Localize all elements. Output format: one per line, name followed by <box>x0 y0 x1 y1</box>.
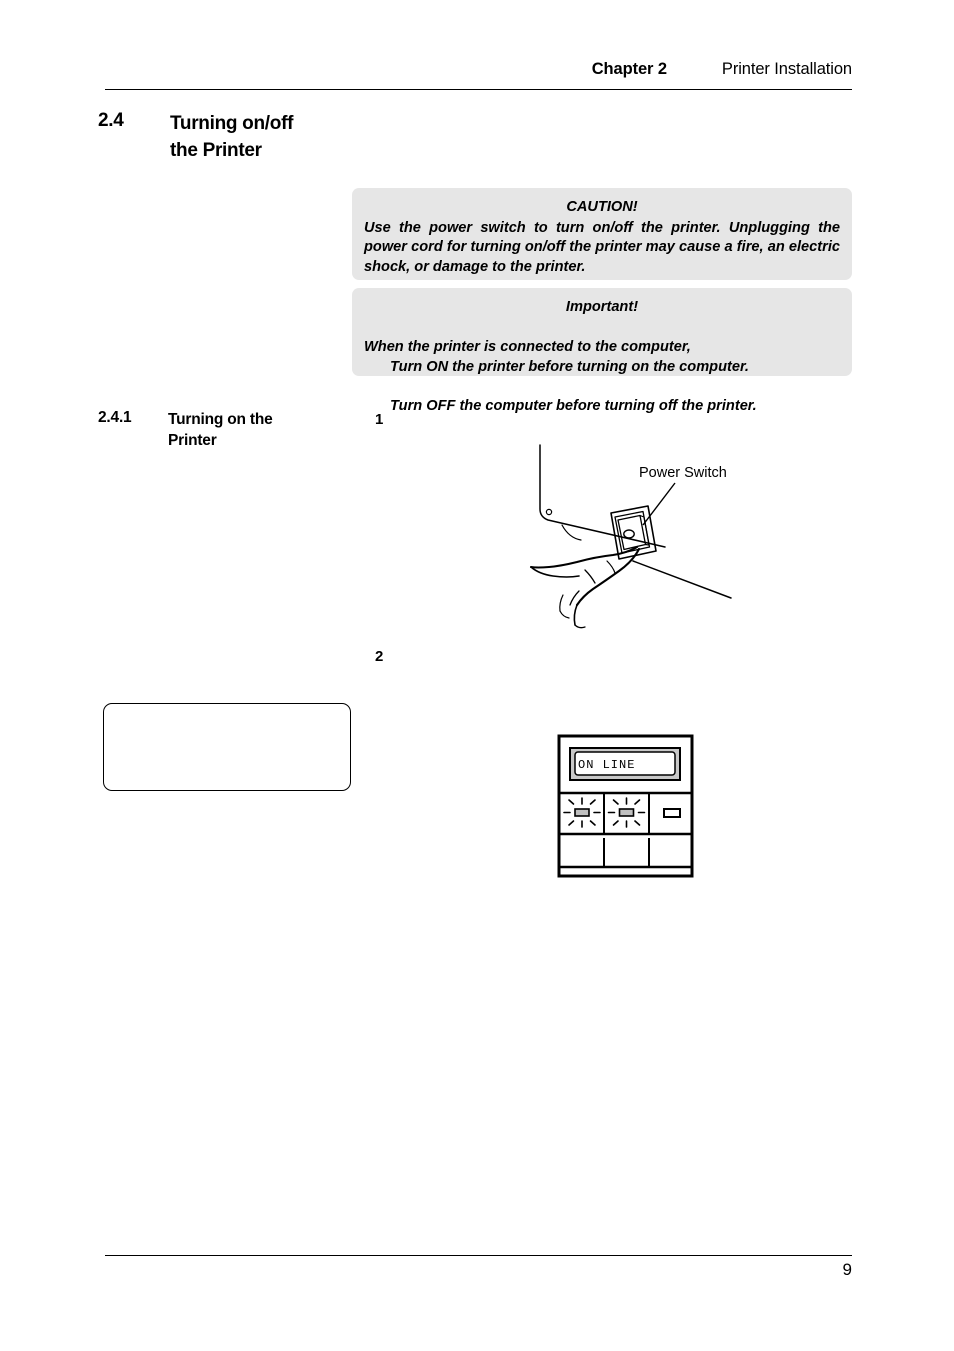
important-line-3: Turn OFF the computer before turning off… <box>390 397 757 414</box>
power-switch-figure: Power Switch <box>515 443 765 633</box>
important-body: When the printer is connected to the com… <box>364 319 840 437</box>
page-header: Chapter 2 Printer Installation <box>105 60 852 92</box>
page-footer: 9 <box>105 1255 852 1295</box>
caution-notice-box: CAUTION! Use the power switch to turn on… <box>352 188 852 280</box>
important-line-2: Turn ON the printer before turning on th… <box>390 358 749 375</box>
section-number: 2.4 <box>98 110 124 131</box>
important-title: Important! <box>565 299 639 315</box>
page-number: 9 <box>842 1260 852 1279</box>
power-switch-leader-line <box>642 482 676 526</box>
lcd-text: ON LINE <box>578 758 635 772</box>
header-title: Printer Installation <box>721 60 852 78</box>
step-number-1: 1 <box>375 411 384 428</box>
control-panel-figure: ON LINE <box>556 733 698 885</box>
important-notice-box: Important! When the printer is connected… <box>352 288 852 414</box>
caution-body: Use the power switch to turn on/off the … <box>364 219 840 275</box>
step-number-2: 2 <box>375 648 384 665</box>
important-line-1: When the printer is connected to the com… <box>364 339 691 356</box>
subsection-title: Turning on the Printer <box>168 411 273 449</box>
header-divider <box>105 89 852 90</box>
led-steady-3-icon <box>663 808 681 818</box>
section-title: Turning on/off the Printer <box>170 113 294 161</box>
footer-divider <box>105 1255 852 1256</box>
power-switch-callout-label: Power Switch <box>639 465 727 481</box>
caution-title: CAUTION! <box>566 199 638 215</box>
subsection-number: 2.4.1 <box>98 409 132 426</box>
note-box <box>103 703 351 791</box>
header-text-row: Chapter 2 Printer Installation <box>592 60 852 79</box>
chapter-label: Chapter 2 <box>591 60 667 78</box>
control-panel-illustration: ON LINE <box>557 734 694 878</box>
